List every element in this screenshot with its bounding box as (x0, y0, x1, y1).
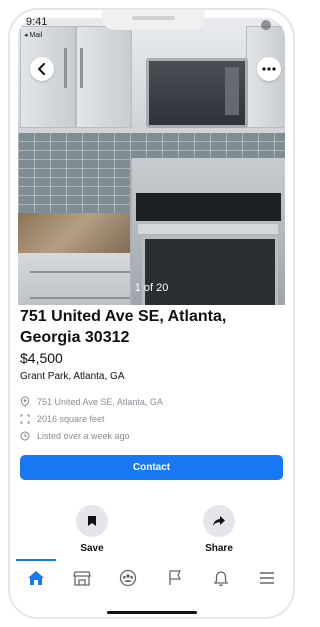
listing-neighborhood: Grant Park, Atlanta, GA (20, 371, 125, 382)
clock-icon (20, 431, 30, 441)
photo-counter: 1 of 20 (134, 282, 169, 294)
status-time: 9:41 (26, 16, 48, 28)
more-dots-icon (262, 67, 276, 71)
listing-address: 751 United Ave SE, Atlanta, Georgia 3031… (20, 308, 227, 346)
home-tab[interactable] (16, 559, 56, 592)
home-indicator (107, 611, 197, 614)
more-options-button[interactable] (257, 57, 281, 81)
menu-icon (259, 572, 274, 584)
detail-listed-text: Listed over a week ago (37, 431, 130, 441)
groups-tab[interactable] (112, 564, 144, 592)
pages-tab[interactable] (159, 564, 191, 592)
notifications-tab[interactable] (205, 564, 237, 592)
share-icon-circle (203, 505, 235, 537)
save-label: Save (80, 543, 104, 554)
listing-photo[interactable]: 1 of 20 (18, 18, 285, 305)
detail-location-text: 751 United Ave SE, Atlanta, GA (37, 396, 163, 407)
bottom-tab-bar (16, 559, 283, 593)
save-button[interactable]: Save (62, 505, 122, 554)
square-feet-icon (20, 414, 30, 424)
back-to-app-link[interactable]: ◂ Mail (24, 31, 42, 39)
location-pin-icon (20, 396, 30, 407)
storefront-icon (73, 571, 92, 586)
bookmark-icon (88, 516, 96, 526)
back-button[interactable] (30, 57, 54, 81)
detail-listed: Listed over a week ago (20, 431, 130, 441)
speaker-grille (132, 16, 175, 20)
detail-square-feet: 2016 square feet (20, 414, 105, 424)
bell-icon (213, 570, 229, 586)
listing-price: $4,500 (20, 350, 63, 366)
phone-notch (102, 10, 205, 30)
chevron-left-icon (38, 63, 45, 75)
share-arrow-icon (213, 516, 225, 526)
save-icon-circle (76, 505, 108, 537)
menu-tab[interactable] (251, 564, 283, 592)
home-icon (28, 571, 44, 585)
camera-icon (261, 20, 271, 30)
flag-icon (168, 570, 181, 585)
detail-square-feet-text: 2016 square feet (37, 414, 105, 424)
detail-location: 751 United Ave SE, Atlanta, GA (20, 396, 163, 407)
share-label: Share (205, 543, 233, 554)
share-button[interactable]: Share (189, 505, 249, 554)
contact-button[interactable]: Contact (20, 455, 283, 480)
groups-icon (120, 569, 137, 587)
marketplace-tab[interactable] (66, 564, 98, 592)
